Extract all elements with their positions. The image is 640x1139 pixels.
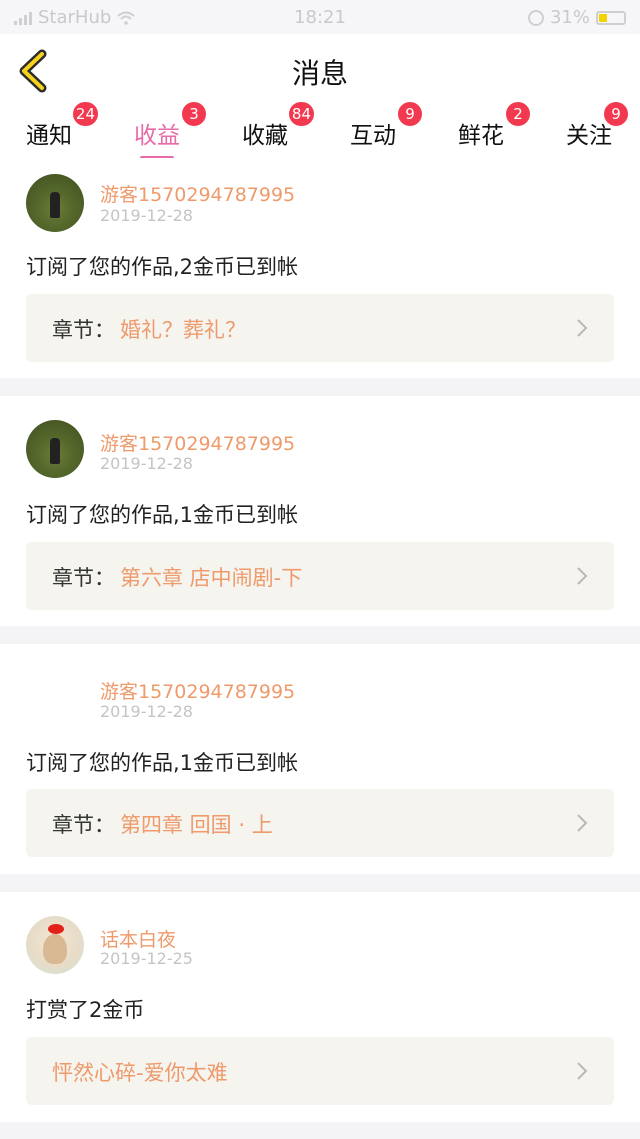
tab-label: 通知 — [26, 123, 72, 149]
username[interactable]: 游客1570294787995 — [100, 180, 295, 207]
avatar[interactable] — [26, 916, 84, 974]
message-text: 打赏了2金币 — [26, 998, 145, 1022]
tab-notifications[interactable]: 通知 24 — [26, 102, 98, 150]
chevron-right-icon — [577, 567, 588, 585]
message-date: 2019-12-28 — [100, 702, 193, 721]
battery-icon — [596, 10, 626, 25]
chapter-label: 章节： — [52, 813, 115, 837]
chevron-right-icon — [577, 814, 588, 832]
tab-label: 关注 — [566, 123, 612, 149]
tab-badge: 2 — [506, 102, 530, 126]
chapter-link[interactable]: 章节： 第四章 回国 · 上 — [26, 789, 614, 857]
message-date: 2019-12-28 — [100, 206, 193, 225]
tab-label: 收藏 — [242, 123, 288, 149]
tab-interactions[interactable]: 互动 9 — [350, 102, 422, 150]
chapter-label: 章节： — [52, 318, 115, 342]
username[interactable]: 游客1570294787995 — [100, 677, 295, 704]
tab-badge: 84 — [288, 102, 314, 126]
message-card: 游客1570294787995 2019-12-28 订阅了您的作品,2金币已到… — [0, 158, 640, 378]
chevron-right-icon — [577, 319, 588, 337]
page-title: 消息 — [291, 57, 348, 90]
tab-label: 互动 — [350, 123, 396, 149]
username[interactable]: 游客1570294787995 — [100, 429, 295, 456]
status-right: 31% — [527, 7, 626, 28]
work-title: 怦然心碎-爱你太难 — [52, 1061, 228, 1085]
tab-bar: 通知 24 收益 3 收藏 84 互动 9 鲜花 2 关注 9 — [0, 102, 640, 160]
avatar[interactable] — [26, 174, 84, 232]
tab-badge: 9 — [604, 102, 628, 126]
orientation-lock-icon — [527, 9, 544, 26]
avatar[interactable] — [26, 668, 84, 726]
chapter-link[interactable]: 章节： 第六章 店中闹剧-下 — [26, 542, 614, 610]
tab-badge: 9 — [398, 102, 422, 126]
chapter-title: 第四章 回国 · 上 — [120, 813, 273, 837]
battery-percent: 31% — [549, 7, 590, 28]
tab-label: 鲜花 — [458, 123, 504, 149]
tab-following[interactable]: 关注 9 — [566, 102, 628, 150]
chapter-link[interactable]: 怦然心碎-爱你太难 — [26, 1037, 614, 1105]
message-date: 2019-12-25 — [100, 949, 193, 968]
tab-flowers[interactable]: 鲜花 2 — [458, 102, 530, 150]
tab-badge: 3 — [182, 102, 206, 126]
tab-favorites[interactable]: 收藏 84 — [242, 102, 314, 150]
message-date: 2019-12-28 — [100, 454, 193, 473]
chapter-title: 第六章 店中闹剧-下 — [120, 566, 303, 590]
nav-bar: 消息 — [0, 34, 640, 109]
message-card: 游客1570294787995 2019-12-28 订阅了您的作品,1金币已到… — [0, 396, 640, 626]
chapter-title: 婚礼？葬礼？ — [120, 318, 246, 342]
chevron-right-icon — [577, 1062, 588, 1080]
tab-badge: 24 — [72, 102, 98, 126]
message-text: 订阅了您的作品,1金币已到帐 — [26, 503, 299, 527]
chapter-link[interactable]: 章节： 婚礼？葬礼？ — [26, 294, 614, 362]
chapter-label: 章节： — [52, 566, 115, 590]
message-card: 话本白夜 2019-12-25 打赏了2金币 怦然心碎-爱你太难 — [0, 892, 640, 1122]
username[interactable]: 话本白夜 — [100, 925, 176, 952]
tab-earnings[interactable]: 收益 3 — [134, 102, 206, 160]
status-bar: StarHub 18:21 31% — [0, 0, 640, 34]
message-card: 游客1570294787995 2019-12-28 订阅了您的作品,1金币已到… — [0, 644, 640, 874]
tab-label: 收益 — [134, 123, 180, 149]
message-text: 订阅了您的作品,2金币已到帐 — [26, 255, 299, 279]
avatar[interactable] — [26, 420, 84, 478]
message-text: 订阅了您的作品,1金币已到帐 — [26, 751, 299, 775]
